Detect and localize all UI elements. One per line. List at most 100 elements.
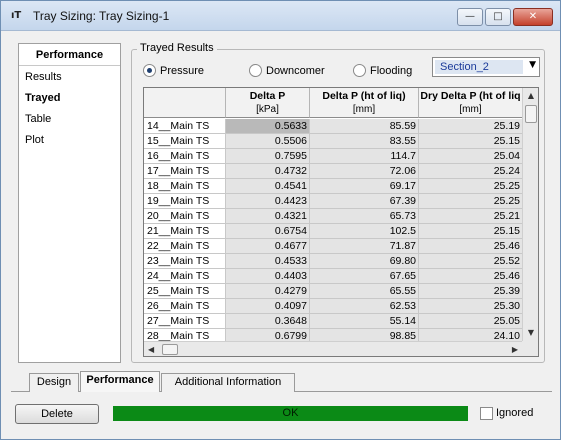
row-header[interactable]: 14__Main TS (144, 119, 226, 134)
table-corner-header (144, 88, 226, 118)
table-cell[interactable]: 0.7595 (226, 149, 310, 164)
radio-flooding-dot[interactable] (353, 64, 366, 77)
table-cell[interactable]: 0.4533 (226, 254, 310, 269)
table-cell[interactable]: 0.5633 (226, 119, 310, 134)
minimize-button[interactable]: — (457, 8, 483, 26)
table-cell[interactable]: 25.05 (419, 314, 523, 329)
table-cell[interactable]: 65.55 (310, 284, 419, 299)
performance-nav: Performance Results Trayed Table Plot (18, 43, 121, 363)
table-cell[interactable]: 0.4279 (226, 284, 310, 299)
column-title: Delta P (249, 90, 286, 102)
column-unit: [kPa] (256, 104, 279, 115)
table-cell[interactable]: 25.25 (419, 179, 523, 194)
table-cell[interactable]: 25.46 (419, 239, 523, 254)
radio-pressure-dot[interactable] (143, 64, 156, 77)
row-header[interactable]: 27__Main TS (144, 314, 226, 329)
section-select[interactable]: Section_2 ▼ (432, 57, 540, 77)
row-header[interactable]: 16__Main TS (144, 149, 226, 164)
row-header[interactable]: 17__Main TS (144, 164, 226, 179)
nav-item-plot[interactable]: Plot (25, 134, 44, 146)
column-header-delta-p-liq[interactable]: Delta P (ht of liq) [mm] (310, 88, 419, 118)
chevron-down-icon[interactable]: ▼ (529, 60, 536, 70)
table-cell[interactable]: 0.4677 (226, 239, 310, 254)
vertical-scrollbar[interactable]: ▲ ▼ (522, 88, 538, 341)
table-cell[interactable]: 83.55 (310, 134, 419, 149)
delete-button[interactable]: Delete (15, 404, 99, 424)
table-cell[interactable]: 0.4423 (226, 194, 310, 209)
table-cell[interactable]: 25.24 (419, 164, 523, 179)
row-header[interactable]: 15__Main TS (144, 134, 226, 149)
row-header[interactable]: 20__Main TS (144, 209, 226, 224)
column-header-dry-delta-p[interactable]: Dry Delta P (ht of liq [mm] (419, 88, 523, 118)
app-icon: ıT (11, 10, 22, 21)
table-cell[interactable]: 67.39 (310, 194, 419, 209)
table-cell[interactable]: 25.52 (419, 254, 523, 269)
table-cell[interactable]: 85.59 (310, 119, 419, 134)
tab-design[interactable]: Design (29, 373, 79, 392)
trayed-results-legend: Trayed Results (137, 42, 217, 54)
nav-header: Performance (19, 44, 120, 66)
table-cell[interactable]: 71.87 (310, 239, 419, 254)
row-header[interactable]: 26__Main TS (144, 299, 226, 314)
horizontal-scrollbar[interactable]: ◀ ▶ (144, 341, 522, 356)
row-header[interactable]: 19__Main TS (144, 194, 226, 209)
title-bar[interactable]: ıT Tray Sizing: Tray Sizing-1 — □ ✕ (1, 1, 560, 31)
horizontal-scroll-thumb[interactable] (162, 344, 178, 355)
column-unit: [mm] (459, 104, 482, 115)
table-cell[interactable]: 0.4403 (226, 269, 310, 284)
row-header[interactable]: 24__Main TS (144, 269, 226, 284)
ignored-checkbox[interactable] (480, 407, 493, 420)
table-cell[interactable]: 0.3648 (226, 314, 310, 329)
nav-item-trayed[interactable]: Trayed (25, 92, 60, 104)
table-cell[interactable]: 25.04 (419, 149, 523, 164)
tab-additional-information[interactable]: Additional Information (161, 373, 295, 392)
table-cell[interactable]: 0.4321 (226, 209, 310, 224)
scrollbar-corner (522, 341, 538, 356)
table-cell[interactable]: 114.7 (310, 149, 419, 164)
scroll-up-icon[interactable]: ▲ (523, 88, 539, 104)
close-button[interactable]: ✕ (513, 8, 553, 26)
table-cell[interactable]: 25.21 (419, 209, 523, 224)
row-header[interactable]: 18__Main TS (144, 179, 226, 194)
radio-downcomer-dot[interactable] (249, 64, 262, 77)
maximize-button[interactable]: □ (485, 8, 511, 26)
column-header-delta-p[interactable]: Delta P [kPa] (226, 88, 310, 118)
row-header[interactable]: 21__Main TS (144, 224, 226, 239)
table-cell[interactable]: 0.4732 (226, 164, 310, 179)
table-cell[interactable]: 25.46 (419, 269, 523, 284)
table-cell[interactable]: 0.5506 (226, 134, 310, 149)
scroll-right-icon[interactable]: ▶ (512, 342, 518, 357)
table-cell[interactable]: 25.15 (419, 134, 523, 149)
nav-item-table[interactable]: Table (25, 113, 51, 125)
table-cell[interactable]: 25.25 (419, 194, 523, 209)
tab-performance[interactable]: Performance (80, 371, 160, 392)
table-cell[interactable]: 25.39 (419, 284, 523, 299)
table-cell[interactable]: 55.14 (310, 314, 419, 329)
vertical-scroll-thumb[interactable] (525, 105, 537, 123)
nav-item-results[interactable]: Results (25, 71, 62, 83)
row-header[interactable]: 22__Main TS (144, 239, 226, 254)
column-unit: [mm] (352, 104, 376, 115)
section-select-value: Section_2 (435, 60, 523, 74)
table-cell[interactable]: 0.6754 (226, 224, 310, 239)
table-cell[interactable]: 65.73 (310, 209, 419, 224)
table-cell[interactable]: 25.30 (419, 299, 523, 314)
table-cell[interactable]: 72.06 (310, 164, 419, 179)
table-cell[interactable]: 25.19 (419, 119, 523, 134)
row-header[interactable]: 25__Main TS (144, 284, 226, 299)
row-header[interactable]: 23__Main TS (144, 254, 226, 269)
trayed-results-table: Delta P [kPa] Delta P (ht of liq) [mm] D… (143, 87, 539, 357)
table-cell[interactable]: 0.4541 (226, 179, 310, 194)
scroll-left-icon[interactable]: ◀ (148, 342, 154, 357)
table-cell[interactable]: 102.5 (310, 224, 419, 239)
scroll-down-icon[interactable]: ▼ (523, 325, 539, 341)
table-cell[interactable]: 69.80 (310, 254, 419, 269)
table-cell[interactable]: 0.4097 (226, 299, 310, 314)
ignored-label: Ignored (496, 407, 534, 419)
table-cell[interactable]: 67.65 (310, 269, 419, 284)
tray-sizing-window: ıT Tray Sizing: Tray Sizing-1 — □ ✕ Perf… (0, 0, 561, 440)
table-cell[interactable]: 69.17 (310, 179, 419, 194)
table-cell[interactable]: 25.15 (419, 224, 523, 239)
status-bar: OK (113, 406, 468, 421)
table-cell[interactable]: 62.53 (310, 299, 419, 314)
